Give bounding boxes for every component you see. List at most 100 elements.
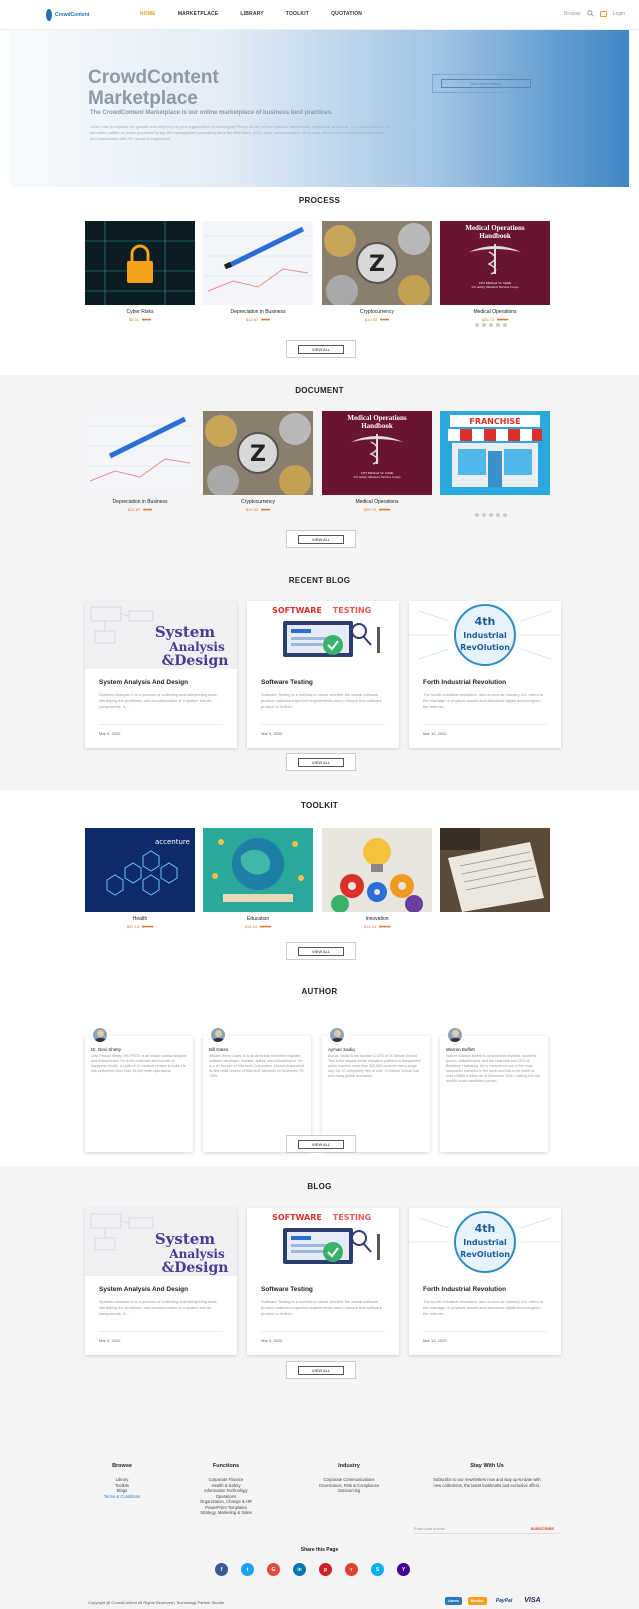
carousel-dot[interactable] [482, 323, 486, 327]
product-name: Cryptocurrency [241, 499, 275, 505]
nav-quotation[interactable]: QUOTATION [331, 11, 362, 17]
author-card[interactable]: Warren Buffett Warren Edward Buffett is … [440, 1026, 548, 1152]
toolkit-view-all-button[interactable]: VIEW ALL [286, 942, 356, 960]
blog-card[interactable]: SOFTWARE TESTING Software Testing Softwa… [247, 1208, 399, 1355]
product-name: Depreciation in Business [112, 499, 168, 505]
carousel-dot[interactable] [503, 513, 507, 517]
product-card[interactable]: FRANCHISE [440, 411, 550, 504]
carousel-dot[interactable] [489, 323, 493, 327]
coins-icon: Z [205, 413, 311, 495]
footer-link-outsourcing[interactable]: Outsourcing [294, 1488, 404, 1494]
blog-title[interactable]: System Analysis And Design [99, 679, 237, 686]
blog-title[interactable]: Software Testing [261, 679, 399, 686]
search-icon[interactable] [587, 10, 594, 17]
cover-org: US Army, Medical Service Corps [353, 475, 401, 479]
payment-methods: Amex Master PayPal VISA [445, 1597, 544, 1605]
divider [261, 724, 385, 725]
hero-title-line1: CrowdContent [88, 67, 219, 88]
blog-card[interactable]: SOFTWARE TESTING Software Testing Softwa… [247, 601, 399, 748]
pinterest-icon[interactable]: p [319, 1563, 332, 1576]
author-card[interactable]: Dr. Devi Shetty Devi Prasad Shetty, MS F… [85, 1026, 193, 1152]
carousel-dot[interactable] [503, 323, 507, 327]
product-card[interactable]: Depreciation in Business $12.87 $980 [203, 221, 313, 322]
footer-link-terms[interactable]: Terms & Conditions [92, 1494, 152, 1500]
yahoo-icon[interactable]: Y [397, 1563, 410, 1576]
art-text-4th: 4th [475, 1222, 496, 1235]
software-testing-art: SOFTWARE TESTING [272, 606, 380, 657]
nav-toolkit[interactable]: TOOLKIT [286, 11, 309, 17]
art-text-industrial: Industrial [463, 1238, 507, 1247]
document-view-all-button[interactable]: VIEW ALL [286, 530, 356, 548]
carousel-dot[interactable] [482, 513, 486, 517]
blog-card[interactable]: System Analysis &Design System Analysis … [85, 601, 237, 748]
product-card[interactable]: Education $14.04 $1200 [203, 828, 313, 929]
nav-marketplace[interactable]: MARKETPLACE [178, 11, 219, 17]
product-card[interactable]: Innovation $14.04 $1200 [322, 828, 432, 929]
product-card[interactable] [440, 828, 550, 921]
blog-date: Mar 9, 2020 [261, 1338, 283, 1343]
hero-cta-button[interactable]: Start Here Today [432, 74, 539, 93]
main-menu: HOME MARKETPLACE LIBRARY TOOLKIT QUOTATI… [140, 11, 384, 17]
circuit-lock-icon [85, 221, 195, 305]
education-image [203, 828, 313, 912]
carousel-dot[interactable] [475, 323, 479, 327]
blog-excerpt: The fourth industrial revolution, also k… [423, 692, 544, 709]
price-current: $12.87 [245, 317, 259, 322]
blog-title[interactable]: System Analysis And Design [99, 1286, 237, 1293]
facebook-icon[interactable]: f [215, 1563, 228, 1576]
nav-right: Browse Login [564, 10, 625, 17]
blog-card[interactable]: System Analysis &Design System Analysis … [85, 1208, 237, 1355]
product-name: Cryptocurrency [360, 309, 394, 315]
recent-blog-view-all-button[interactable]: VIEW ALL [286, 753, 356, 771]
view-all-label: VIEW ALL [298, 946, 344, 956]
product-card[interactable]: Depreciation in Business $12.87 $980 [85, 411, 195, 512]
nav-library[interactable]: LIBRARY [240, 11, 263, 17]
site-logo[interactable]: CrowdContent [46, 8, 89, 22]
process-section: PROCESS Cyber Risks $5.01 $430 Depreciati… [0, 187, 639, 375]
cart-icon[interactable] [599, 10, 607, 17]
avatar-face [215, 1030, 222, 1037]
google-icon[interactable]: G [267, 1563, 280, 1576]
blog-card[interactable]: 4th Industrial RevOlution Forth Industri… [409, 1208, 561, 1355]
carousel-dot[interactable] [489, 513, 493, 517]
product-card[interactable]: Cyber Risks $5.01 $430 [85, 221, 195, 322]
franchise-image: FRANCHISE [440, 411, 550, 495]
product-name: Medical Operations [355, 499, 399, 505]
product-card[interactable]: Z Cryptocurrency $10.53 $900 [203, 411, 313, 512]
cover-subtitle: Handbook [361, 422, 393, 430]
footer-link-strategy[interactable]: Strategy, Marketing & Sales [178, 1510, 274, 1516]
author-view-all-button[interactable]: VIEW ALL [286, 1135, 356, 1153]
twitter-icon[interactable]: t [241, 1563, 254, 1576]
linkedin-icon[interactable]: in [293, 1563, 306, 1576]
newsletter-email-input[interactable]: Enter your e-mail [414, 1526, 444, 1531]
blog-card[interactable]: 4th Industrial RevOlution Forth Industri… [409, 601, 561, 748]
product-card[interactable]: Z Cryptocurrency $10.53 $900 [322, 221, 432, 322]
author-name: Warren Buffett [446, 1047, 475, 1052]
innovation-image [322, 828, 432, 912]
reddit-icon[interactable]: r [345, 1563, 358, 1576]
blog-title[interactable]: Software Testing [261, 1286, 399, 1293]
browse-label[interactable]: Browse [564, 11, 581, 17]
blog-view-all-button[interactable]: VIEW ALL [286, 1361, 356, 1379]
product-card[interactable]: accenture Health $37.15 $3160 [85, 828, 195, 929]
blog-title[interactable]: Forth Industrial Revolution [423, 1286, 561, 1293]
login-link[interactable]: Login [613, 11, 625, 17]
newsletter-form: Enter your e-mail SUBSCRIBE [414, 1523, 560, 1534]
footer-browse-title: Browse [112, 1463, 132, 1469]
caduceus-icon [469, 244, 521, 275]
blog-title[interactable]: Forth Industrial Revolution [423, 679, 561, 686]
nav-home[interactable]: HOME [140, 11, 156, 17]
process-view-all-button[interactable]: VIEW ALL [286, 340, 356, 358]
industrial-revolution-image: 4th Industrial RevOlution [409, 601, 561, 669]
carousel-dot[interactable] [475, 513, 479, 517]
product-name: Medical Operations [473, 309, 517, 315]
skype-icon[interactable]: S [371, 1563, 384, 1576]
product-card[interactable]: Medical Operations Handbook CPT Michael … [440, 221, 550, 322]
subscribe-button[interactable]: SUBSCRIBE [530, 1526, 554, 1531]
carousel-dot[interactable] [496, 513, 500, 517]
health-image: accenture [85, 828, 195, 912]
price-old: $430 [142, 317, 151, 322]
hero-subtitle: The CrowdContent Marketplace is our onli… [90, 110, 333, 116]
carousel-dot[interactable] [496, 323, 500, 327]
product-card[interactable]: Medical Operations Handbook CPT Michael … [322, 411, 432, 512]
